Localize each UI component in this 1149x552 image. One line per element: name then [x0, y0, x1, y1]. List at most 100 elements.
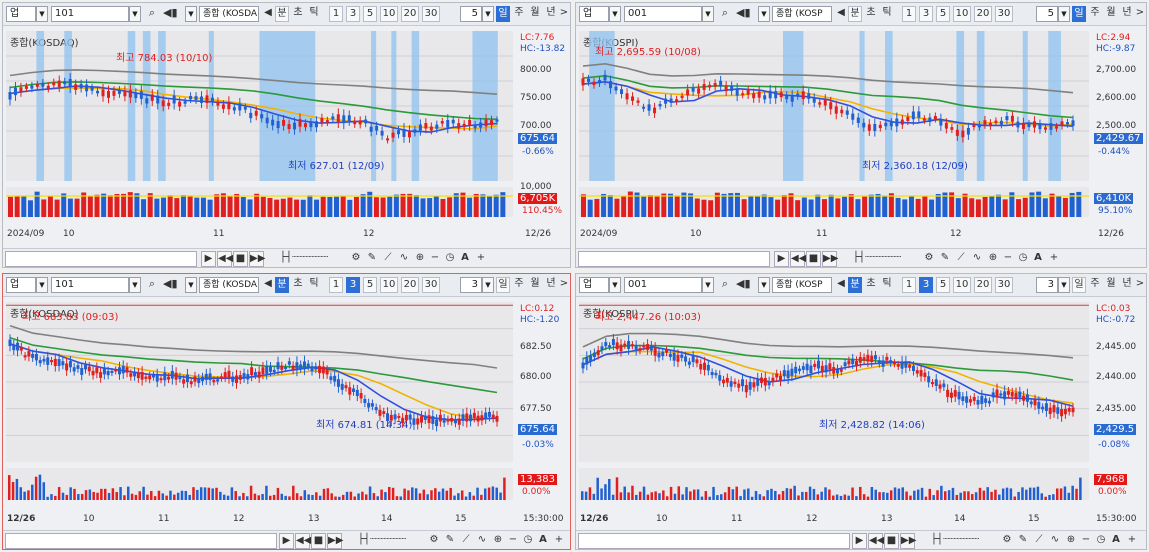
type-month-button[interactable]: 월	[1104, 277, 1118, 293]
plus-button[interactable]: +	[1048, 251, 1060, 265]
period-button-30[interactable]: 30	[422, 6, 440, 22]
minus-button[interactable]: −	[1002, 251, 1014, 265]
zoom-slider[interactable]: ├┤┈┈┈┈┈┈	[842, 251, 912, 265]
range-minute-button[interactable]: 분	[275, 277, 289, 293]
auto-button[interactable]: A	[1110, 533, 1122, 547]
settings-icon[interactable]: ⚙	[1000, 533, 1014, 547]
play-icon[interactable]: ▶	[201, 251, 216, 267]
period-button-3[interactable]: 3	[919, 277, 933, 293]
search-icon[interactable]: ⌕	[145, 6, 159, 22]
chevron-down-icon[interactable]: ▼	[758, 6, 770, 22]
rewind-icon[interactable]: ◀◀	[790, 251, 806, 267]
draw-icon[interactable]: ⟋	[1032, 533, 1046, 547]
play-icon[interactable]: ▶	[852, 533, 867, 549]
market-select[interactable]: 업	[6, 6, 36, 22]
type-month-button[interactable]: 월	[528, 277, 542, 293]
range-tick-button[interactable]: 틱	[880, 277, 894, 293]
market-select[interactable]: 업	[579, 6, 609, 22]
settings-icon[interactable]: ⚙	[349, 251, 363, 265]
text-icon[interactable]: ∿	[970, 251, 984, 265]
horizontal-scrollbar[interactable]	[5, 533, 277, 549]
speaker-icon[interactable]: ◀▮	[163, 6, 178, 22]
range-minute-button[interactable]: 분	[848, 6, 862, 22]
range-minute-button[interactable]: 분	[275, 6, 289, 22]
chevron-down-icon[interactable]: ▼	[702, 277, 714, 293]
type-day-button[interactable]: 일	[1072, 6, 1086, 22]
chevron-down-icon[interactable]: ▼	[36, 277, 48, 293]
minus-button[interactable]: −	[1080, 533, 1092, 547]
volume-plot-area[interactable]	[6, 468, 513, 500]
play-icon[interactable]: ▶	[279, 533, 294, 549]
speaker-icon[interactable]: ◀▮	[736, 277, 751, 293]
range-tick-button[interactable]: 틱	[880, 6, 894, 22]
chevron-down-icon[interactable]: ▼	[609, 277, 621, 293]
period-button-10[interactable]: 10	[380, 277, 398, 293]
code-input[interactable]: 001	[624, 6, 702, 22]
range-second-button[interactable]: 초	[864, 277, 878, 293]
chevron-down-icon[interactable]: ▼	[129, 6, 141, 22]
prev-arrow-icon[interactable]: ◀	[836, 277, 846, 293]
interval-input[interactable]: 3	[460, 277, 482, 293]
range-minute-button[interactable]: 분	[848, 277, 862, 293]
volume-plot-area[interactable]	[579, 468, 1089, 500]
draw-icon[interactable]: ⟋	[954, 251, 968, 265]
period-button-3[interactable]: 3	[919, 6, 933, 22]
period-button-20[interactable]: 20	[401, 6, 419, 22]
zoom-out-icon[interactable]: ◷	[1094, 533, 1108, 547]
zoom-icon[interactable]: ⊕	[413, 251, 427, 265]
horizontal-scrollbar[interactable]	[578, 533, 850, 549]
price-plot-area[interactable]: 종합(KOSDAQ) 최고 784.03 (10/10) 최저 627.01 (…	[6, 31, 513, 181]
rewind-icon[interactable]: ◀◀	[295, 533, 311, 549]
period-button-1[interactable]: 1	[329, 277, 343, 293]
zoom-icon[interactable]: ⊕	[491, 533, 505, 547]
interval-input[interactable]: 5	[1036, 6, 1058, 22]
plus-button[interactable]: +	[1126, 533, 1138, 547]
speaker-icon[interactable]: ◀▮	[736, 6, 751, 22]
chevron-down-icon[interactable]: ▼	[185, 277, 197, 293]
range-second-button[interactable]: 초	[291, 277, 305, 293]
chevron-down-icon[interactable]: ▼	[185, 6, 197, 22]
market-select[interactable]: 업	[579, 277, 609, 293]
type-month-button[interactable]: 월	[1104, 6, 1118, 22]
period-button-1[interactable]: 1	[902, 6, 916, 22]
tool-icon[interactable]: ✎	[1016, 533, 1030, 547]
draw-icon[interactable]: ⟋	[381, 251, 395, 265]
period-button-3[interactable]: 3	[346, 6, 360, 22]
code-input[interactable]: 101	[51, 6, 129, 22]
next-arrow-icon[interactable]: >	[559, 6, 569, 22]
code-input[interactable]: 001	[624, 277, 702, 293]
period-button-20[interactable]: 20	[974, 6, 992, 22]
type-week-button[interactable]: 주	[1088, 277, 1102, 293]
play-icon[interactable]: ▶	[774, 251, 789, 267]
chevron-down-icon[interactable]: ▼	[36, 6, 48, 22]
type-week-button[interactable]: 주	[512, 277, 526, 293]
range-tick-button[interactable]: 틱	[307, 6, 321, 22]
type-day-button[interactable]: 일	[496, 6, 510, 22]
settings-icon[interactable]: ⚙	[922, 251, 936, 265]
search-icon[interactable]: ⌕	[145, 277, 159, 293]
period-button-5[interactable]: 5	[936, 277, 950, 293]
search-icon[interactable]: ⌕	[718, 6, 732, 22]
price-plot-area[interactable]: 종합(KOSDAQ) 최고 683.83 (09:03) 최저 674.81 (…	[6, 302, 513, 462]
type-day-button[interactable]: 일	[496, 277, 510, 293]
plus-button[interactable]: +	[475, 251, 487, 265]
type-year-button[interactable]: 년	[544, 6, 558, 22]
period-button-10[interactable]: 10	[953, 6, 971, 22]
chevron-down-icon[interactable]: ▼	[702, 6, 714, 22]
chevron-down-icon[interactable]: ▼	[609, 6, 621, 22]
tool-icon[interactable]: ✎	[443, 533, 457, 547]
rewind-icon[interactable]: ◀◀	[868, 533, 884, 549]
minus-button[interactable]: −	[507, 533, 519, 547]
period-button-10[interactable]: 10	[953, 277, 971, 293]
type-year-button[interactable]: 년	[544, 277, 558, 293]
next-arrow-icon[interactable]: >	[1135, 277, 1145, 293]
forward-icon[interactable]: ▶▶	[822, 251, 838, 267]
forward-icon[interactable]: ▶▶	[327, 533, 343, 549]
chevron-down-icon[interactable]: ▼	[758, 277, 770, 293]
rewind-icon[interactable]: ◀◀	[217, 251, 233, 267]
tool-icon[interactable]: ✎	[938, 251, 952, 265]
range-second-button[interactable]: 초	[864, 6, 878, 22]
zoom-icon[interactable]: ⊕	[986, 251, 1000, 265]
type-year-button[interactable]: 년	[1120, 6, 1134, 22]
code-input[interactable]: 101	[51, 277, 129, 293]
